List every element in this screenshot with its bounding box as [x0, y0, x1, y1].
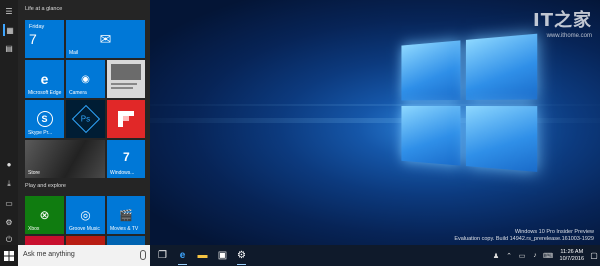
insider-badge: 7 [123, 150, 130, 164]
settings-icon[interactable]: ⚙ [3, 216, 15, 228]
hamburger-icon[interactable]: ☰ [3, 5, 15, 17]
tile-partial-3[interactable] [107, 236, 145, 245]
tile-label: Movies & TV [110, 226, 139, 232]
action-center-icon[interactable]: ▢ [588, 245, 600, 266]
tile-skype[interactable]: S Skype Pr... [25, 100, 64, 138]
network-icon[interactable]: ▭ [517, 250, 528, 261]
tile-label: Groove Music [69, 226, 100, 232]
group-title-play: Play and explore [25, 183, 66, 189]
file-explorer-icon[interactable]: ▬ [196, 249, 209, 262]
news-thumbnail [111, 64, 141, 80]
start-button[interactable] [0, 245, 18, 266]
clock-time: 11:26 AM [560, 248, 584, 255]
search-box[interactable]: Ask me anything [18, 245, 150, 266]
start-rail: ☰ ▦ ▤ ● ⤓ ▭ ⚙ ⏻ [0, 0, 18, 245]
tile-label: Xbox [28, 226, 40, 232]
calendar-day-number: 7 [29, 31, 37, 47]
eval-build: Evaluation copy. Build 14942.rs_prerelea… [454, 236, 594, 242]
pinned-list-icon[interactable]: ▤ [3, 42, 15, 54]
settings-icon[interactable]: ⚙ [235, 249, 248, 265]
explorer-icon[interactable]: ▭ [3, 197, 15, 209]
evaluation-watermark: Windows 10 Pro Insider Preview Evaluatio… [454, 229, 594, 243]
user-icon[interactable]: ● [3, 158, 15, 170]
microphone-icon[interactable] [140, 250, 146, 260]
downloads-icon[interactable]: ⤓ [3, 178, 15, 190]
tile-camera[interactable]: ◉ Camera [66, 60, 105, 98]
tile-store[interactable]: Store [25, 140, 105, 178]
group-title-life: Life at a glance [25, 6, 63, 12]
tile-partial-1[interactable] [25, 236, 64, 245]
tile-label: Camera [69, 90, 87, 96]
tile-windows-insider[interactable]: 7 Windows... [107, 140, 145, 178]
tile-news[interactable] [107, 60, 145, 98]
eval-edition: Windows 10 Pro Insider Preview [514, 229, 594, 235]
flipboard-icon [107, 100, 145, 138]
search-placeholder: Ask me anything [23, 251, 75, 258]
tile-photoshop[interactable]: Ps [66, 100, 105, 138]
tile-label: Microsoft Edge [28, 90, 62, 96]
system-tray: ♟ ⌃ ▭ ♪ ⌨ 11:26 AM 10/7/2016 ▢ [491, 245, 600, 266]
windows-logo-light [401, 33, 541, 176]
start-menu: Life at a glance Friday 7 ✉ Mail e Micro… [18, 0, 150, 245]
people-icon[interactable]: ♟ [491, 250, 502, 261]
tile-mail[interactable]: ✉ Mail [66, 20, 145, 58]
store-icon[interactable]: ▣ [216, 249, 229, 262]
tile-calendar[interactable]: Friday 7 [25, 20, 64, 58]
watermark-url: www.ithome.com [546, 33, 592, 39]
tile-edge[interactable]: e Microsoft Edge [25, 60, 64, 98]
all-apps-icon[interactable]: ▦ [3, 24, 15, 36]
watermark-logo: IT之家 [533, 10, 592, 31]
edge-icon[interactable]: e [176, 249, 189, 265]
photoshop-icon: Ps [66, 100, 105, 138]
tile-partial-2[interactable] [66, 236, 105, 245]
taskbar: Ask me anything ❐ e ▬ ▣ ⚙ ♟ ⌃ ▭ ♪ ⌨ 11:2… [0, 245, 600, 266]
volume-icon[interactable]: ♪ [530, 250, 541, 261]
clock[interactable]: 11:26 AM 10/7/2016 [560, 249, 584, 263]
tile-label: Skype Pr... [28, 130, 53, 136]
windows-start-icon [4, 250, 14, 261]
clock-date: 10/7/2016 [559, 255, 584, 262]
calendar-day-name: Friday [29, 24, 45, 30]
show-hidden-icons[interactable]: ⌃ [504, 250, 515, 261]
watermark: IT之家 www.ithome.com [533, 6, 592, 39]
tile-flipboard[interactable] [107, 100, 145, 138]
desktop-wallpaper: IT之家 www.ithome.com Windows 10 Pro Insid… [150, 0, 600, 245]
task-view-icon[interactable]: ❐ [156, 249, 169, 262]
tile-label: Store [28, 170, 40, 176]
tile-xbox[interactable]: ⊗ Xbox [25, 196, 64, 234]
tile-movies[interactable]: 🎬 Movies & TV [107, 196, 145, 234]
tile-label: Mail [69, 50, 79, 56]
tile-label: Windows... [110, 170, 135, 176]
input-language-icon[interactable]: ⌨ [543, 250, 554, 261]
tile-groove[interactable]: ◎ Groove Music [66, 196, 105, 234]
